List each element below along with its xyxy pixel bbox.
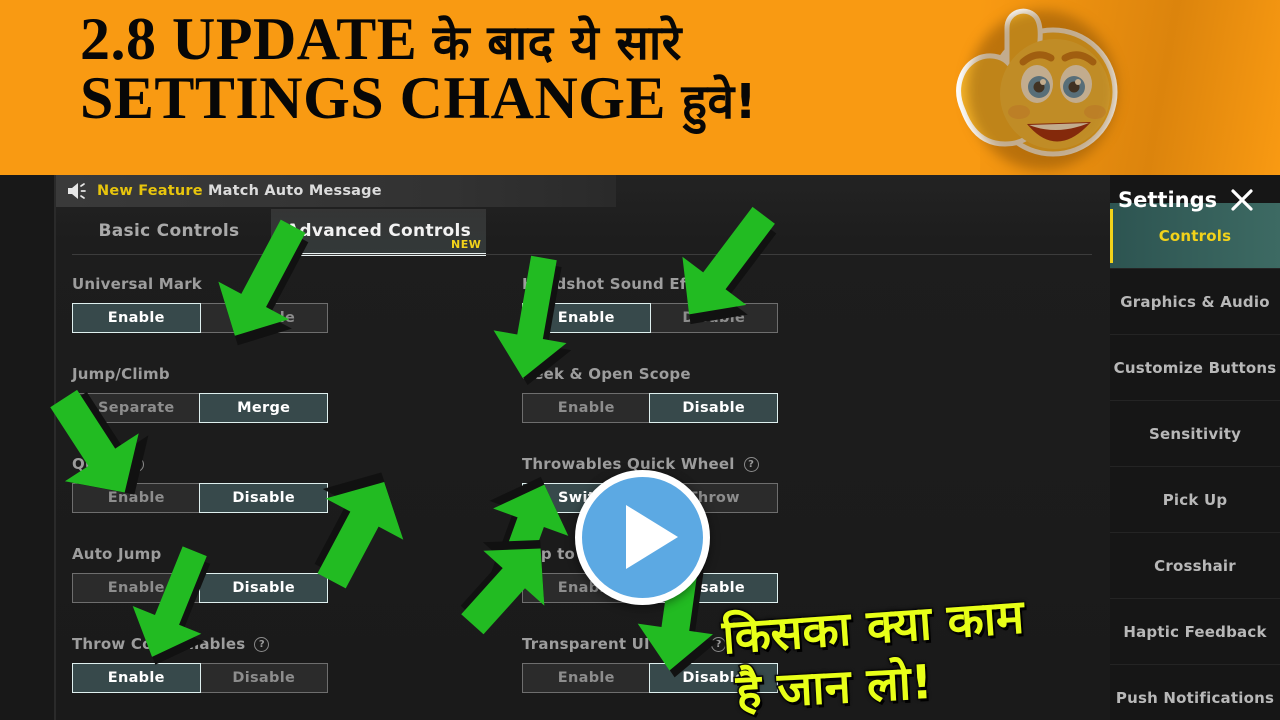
setting-right-label: Peek & Open Scope bbox=[522, 361, 992, 387]
new-badge: NEW bbox=[451, 238, 482, 251]
setting-left-label-text: Universal Mark bbox=[72, 275, 202, 293]
banner-line-2: SETTINGS CHANGE हुवे! bbox=[80, 68, 940, 130]
announcement-bar: New Feature Match Auto Message bbox=[56, 175, 616, 207]
sidebar-item-label: Push Notifications bbox=[1115, 688, 1275, 707]
close-icon[interactable] bbox=[1229, 187, 1255, 213]
help-icon[interactable]: ? bbox=[743, 456, 759, 472]
sidebar-item-label: Graphics & Audio bbox=[1120, 292, 1270, 311]
sidebar-item-push-notifications[interactable]: Push Notifications bbox=[1110, 665, 1280, 720]
banner-line-1: 2.8 UPDATE के बाद ये सारे bbox=[80, 9, 940, 71]
setting-left-label-text: Jump/Climb bbox=[72, 365, 170, 383]
sidebar-item-customize-buttons[interactable]: Customize Buttons bbox=[1110, 335, 1280, 401]
sidebar-item-label: Haptic Feedback bbox=[1123, 622, 1267, 641]
banner-text: 2.8 UPDATE के बाद ये सारे SETTINGS CHANG… bbox=[80, 9, 940, 130]
annotation-arrow-8 bbox=[430, 530, 580, 640]
annotation-arrow-3 bbox=[20, 385, 170, 505]
announcement-message: Match Auto Message bbox=[208, 183, 382, 199]
title-banner: 2.8 UPDATE के बाद ये सारे SETTINGS CHANG… bbox=[0, 0, 1280, 175]
annotation-arrow-4 bbox=[118, 545, 228, 665]
announcement-text: New Feature Match Auto Message bbox=[97, 183, 382, 199]
screenshot-root: 2.8 UPDATE के बाद ये सारे SETTINGS CHANG… bbox=[0, 0, 1280, 720]
option-disable[interactable]: Disable bbox=[649, 393, 778, 423]
setting-right-row: Peek & Open Scope Enable Disable bbox=[522, 361, 992, 451]
play-triangle bbox=[626, 505, 678, 569]
overlay-hindi-line-2: है जान लो! bbox=[733, 653, 935, 720]
option-enable[interactable]: Enable bbox=[72, 303, 201, 333]
annotation-arrow-1 bbox=[200, 215, 320, 346]
sidebar-item-label: Crosshair bbox=[1154, 556, 1236, 575]
option-disable[interactable]: Disable bbox=[200, 663, 328, 693]
annotation-arrow-6 bbox=[660, 200, 790, 330]
annotation-arrow-2 bbox=[282, 471, 432, 591]
sidebar-item-sensitivity[interactable]: Sensitivity bbox=[1110, 401, 1280, 467]
setting-right-label: Throwables Quick Wheel? bbox=[522, 451, 992, 477]
speaker-icon bbox=[68, 183, 86, 199]
banner-line1-en: 2.8 UPDATE bbox=[80, 6, 418, 72]
settings-title: Settings bbox=[1118, 188, 1218, 212]
option-merge[interactable]: Merge bbox=[199, 393, 328, 423]
sidebar-item-graphics-audio[interactable]: Graphics & Audio bbox=[1110, 269, 1280, 335]
settings-header: Settings bbox=[1118, 182, 1280, 218]
sidebar-item-label: Customize Buttons bbox=[1113, 358, 1277, 377]
play-button-icon[interactable] bbox=[575, 470, 710, 605]
game-settings-screenshot: New Feature Match Auto Message Basic Con… bbox=[0, 175, 1280, 720]
setting-right-label-text: Throwables Quick Wheel bbox=[522, 455, 735, 473]
sidebar-item-crosshair[interactable]: Crosshair bbox=[1110, 533, 1280, 599]
sidebar-item-label: Sensitivity bbox=[1148, 424, 1242, 443]
setting-left-segmented-control: EnableDisable bbox=[72, 663, 328, 693]
annotation-arrow-5 bbox=[478, 255, 588, 386]
thumbs-up-smiley-icon bbox=[945, 0, 1125, 175]
banner-line2-en: SETTINGS CHANGE bbox=[80, 64, 666, 131]
banner-line1-hi: के बाद ये सारे bbox=[432, 15, 682, 71]
option-enable[interactable]: Enable bbox=[522, 393, 651, 423]
sidebar-item-label: Controls bbox=[1158, 226, 1232, 245]
help-icon[interactable]: ? bbox=[254, 636, 270, 652]
emoji-shadow bbox=[967, 10, 1117, 170]
settings-sidebar: Controls Graphics & Audio Customize Button… bbox=[1110, 175, 1280, 720]
sidebar-item-haptic-feedback[interactable]: Haptic Feedback bbox=[1110, 599, 1280, 665]
new-feature-tag: New Feature bbox=[97, 183, 203, 199]
banner-line2-hi: हुवे! bbox=[681, 73, 758, 130]
sidebar-item-pick-up[interactable]: Pick Up bbox=[1110, 467, 1280, 533]
option-enable[interactable]: Enable bbox=[72, 663, 201, 693]
sidebar-item-label: Pick Up bbox=[1162, 490, 1228, 509]
setting-left-label: Jump/Climb bbox=[72, 361, 542, 387]
setting-right-segmented-control: EnableDisable bbox=[522, 393, 778, 423]
